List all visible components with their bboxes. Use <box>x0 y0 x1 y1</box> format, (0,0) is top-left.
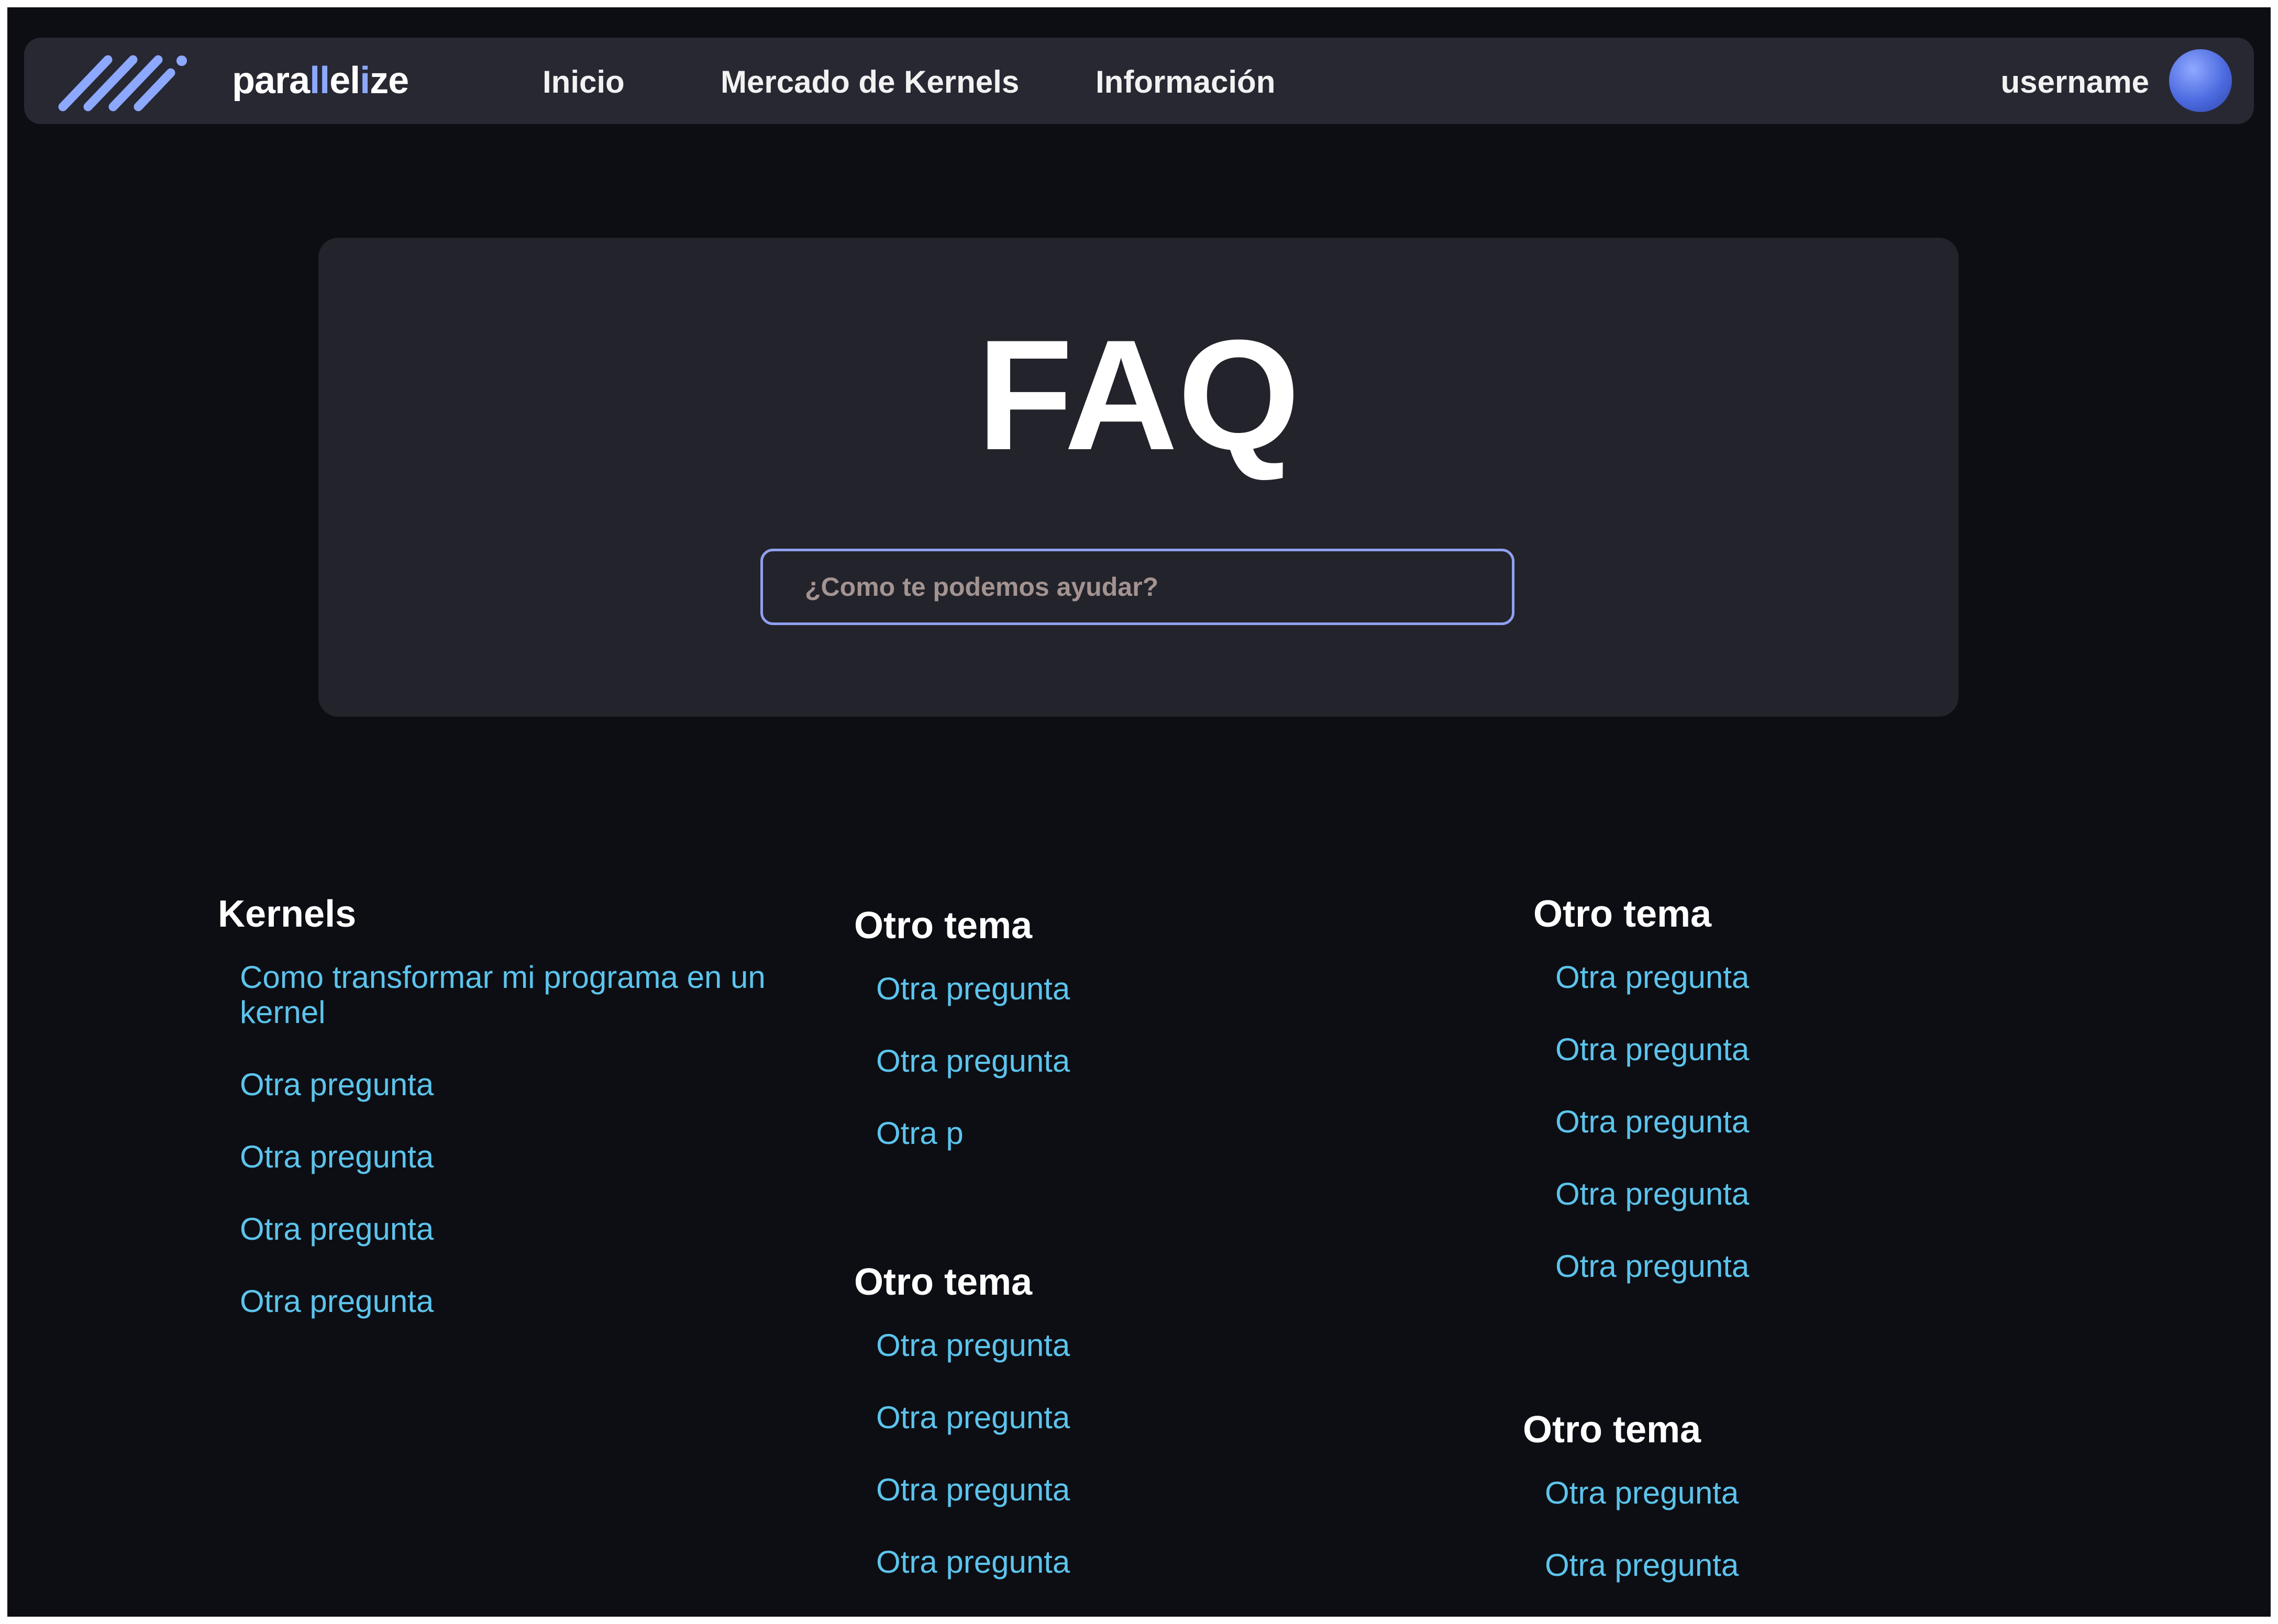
question-list: Otra pregunta Otra pregunta Otra pregunt… <box>1533 960 1749 1284</box>
question-link[interactable]: Como transformar mi programa en un kerne… <box>240 960 790 1030</box>
search-input[interactable] <box>763 551 1512 622</box>
question-link[interactable]: Otra pregunta <box>1555 1104 1749 1139</box>
page: parallelize Inicio Mercado de Kernels In… <box>7 7 2271 1617</box>
faq-section-kernels: Kernels Como transformar mi programa en … <box>218 893 790 1319</box>
nav-link-informacion[interactable]: Información <box>1096 64 1275 101</box>
section-title: Otro tema <box>854 1261 1033 1303</box>
question-link[interactable]: Otra pregunta <box>876 1472 1070 1507</box>
question-list: Otra pregunta Otra pregunta Otra p <box>854 971 1070 1151</box>
top-navbar: parallelize Inicio Mercado de Kernels In… <box>24 38 2254 124</box>
nav-link-mercado-de-kernels[interactable]: Mercado de Kernels <box>721 64 1019 101</box>
question-list: Como transformar mi programa en un kerne… <box>218 960 790 1319</box>
question-list: Otra pregunta Otra pregunta Otra pregunt… <box>854 1328 1070 1579</box>
question-link[interactable]: Otra pregunta <box>876 971 1070 1006</box>
faq-hero-card: FAQ <box>318 238 1959 717</box>
question-link[interactable]: Otra pregunta <box>876 1043 1070 1078</box>
question-link[interactable]: Otra pregunta <box>240 1284 790 1319</box>
question-list: Otra pregunta Otra pregunta <box>1523 1475 1739 1583</box>
question-link[interactable]: Otra pregunta <box>1555 1176 1749 1211</box>
faq-section-otro-tema-3: Otro tema Otra pregunta Otra pregunta Ot… <box>1533 893 1749 1284</box>
section-title: Kernels <box>218 893 357 935</box>
question-link[interactable]: Otra pregunta <box>240 1211 790 1247</box>
page-title: FAQ <box>977 307 1300 483</box>
brand-highlight: ll <box>309 60 330 102</box>
question-link[interactable]: Otra pregunta <box>876 1400 1070 1435</box>
question-link[interactable]: Otra pregunta <box>240 1067 790 1102</box>
nav-link-inicio[interactable]: Inicio <box>543 64 625 101</box>
brand-part: ze <box>370 60 409 102</box>
brand-highlight: i <box>360 60 370 102</box>
question-link[interactable]: Otra pregunta <box>1545 1475 1739 1510</box>
brand-part: el <box>329 60 360 102</box>
faq-section-otro-tema-2: Otro tema Otra pregunta Otra pregunta Ot… <box>854 1261 1070 1579</box>
question-link[interactable]: Otra pregunta <box>1545 1548 1739 1583</box>
section-title: Otro tema <box>854 905 1033 947</box>
username-label[interactable]: username <box>2001 64 2149 101</box>
faq-section-otro-tema-4: Otro tema Otra pregunta Otra pregunta <box>1523 1409 1739 1583</box>
user-avatar-icon[interactable] <box>2169 49 2232 112</box>
question-link[interactable]: Otra pregunta <box>876 1544 1070 1579</box>
faq-section-otro-tema-1: Otro tema Otra pregunta Otra pregunta Ot… <box>854 905 1070 1151</box>
question-link[interactable]: Otra pregunta <box>1555 1032 1749 1067</box>
question-link[interactable]: Otra pregunta <box>1555 960 1749 995</box>
question-link[interactable]: Otra pregunta <box>876 1328 1070 1363</box>
parallelize-logo-icon[interactable] <box>57 50 190 113</box>
section-title: Otro tema <box>1533 893 1712 935</box>
question-link[interactable]: Otra pregunta <box>240 1139 790 1174</box>
brand-part: para <box>232 60 310 102</box>
brand-name[interactable]: parallelize <box>232 60 409 102</box>
search-field <box>760 549 1514 625</box>
question-link[interactable]: Otra pregunta <box>1555 1249 1749 1284</box>
question-link[interactable]: Otra p <box>876 1116 1070 1151</box>
section-title: Otro tema <box>1523 1409 1701 1451</box>
